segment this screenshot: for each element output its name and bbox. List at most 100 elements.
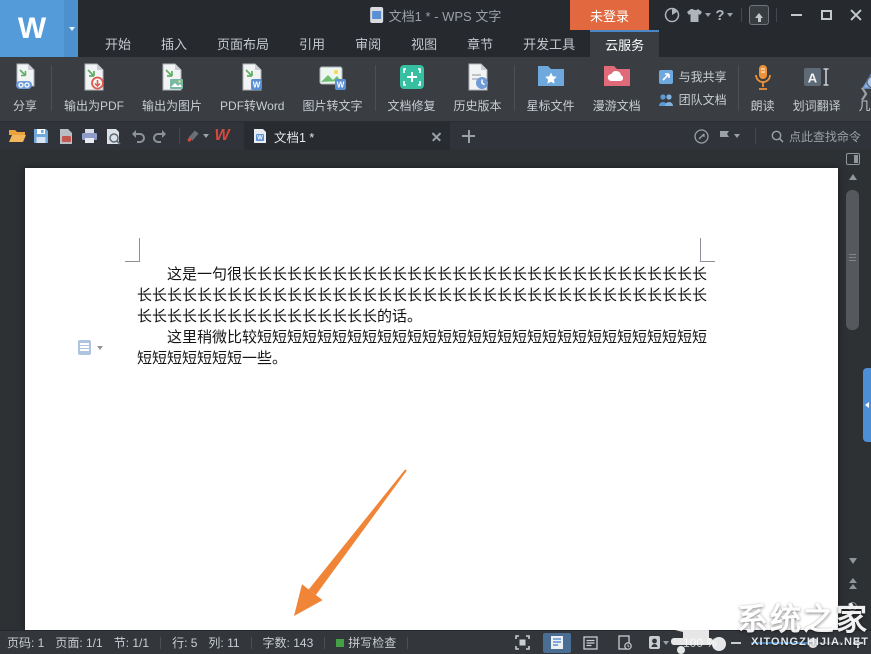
- outline-view-button[interactable]: [577, 633, 605, 653]
- wps-logo[interactable]: W: [0, 0, 78, 57]
- tab-dev-tools[interactable]: 开发工具: [508, 30, 590, 57]
- document-tab[interactable]: W 文档1 *: [244, 122, 450, 150]
- export-pdf-button[interactable]: 输出为PDF: [55, 62, 133, 114]
- pen-assistant-icon[interactable]: [694, 129, 709, 144]
- ink-pen-button[interactable]: [187, 125, 209, 147]
- close-button[interactable]: [841, 0, 871, 30]
- document-icon: [370, 7, 383, 23]
- svg-text:A: A: [807, 71, 817, 86]
- divider: [755, 128, 756, 144]
- fullscreen-view-button[interactable]: [509, 633, 537, 653]
- paragraph-2[interactable]: 这里稍微比较短短短短短短短短短短短短短短短短短短短短短短短短短短短短短短短短短短…: [137, 327, 707, 369]
- zoom-slider[interactable]: [751, 636, 843, 650]
- tab-home[interactable]: 开始: [90, 30, 146, 57]
- translate-button[interactable]: A 划词翻译: [784, 62, 850, 114]
- shared-with-me-button[interactable]: 与我共享: [658, 68, 727, 85]
- doc-repair-button[interactable]: 文档修复: [379, 62, 445, 114]
- wps-art-button[interactable]: W: [211, 125, 233, 147]
- team-doc-icon: [658, 92, 674, 108]
- upgrade-icon[interactable]: [746, 0, 772, 30]
- tab-references[interactable]: 引用: [284, 30, 340, 57]
- scrollbar-thumb[interactable]: [846, 190, 859, 330]
- title-bar: 文档1 * - WPS 文字 未登录 ?: [0, 0, 871, 30]
- document-text[interactable]: 这是一句很长长长长长长长长长长长长长长长长长长长长长长长长长长长长长长长长长长长…: [137, 264, 707, 369]
- shared-with-me-icon: [658, 69, 674, 85]
- sidebar-expand-handle[interactable]: [863, 368, 871, 442]
- feedback-icon[interactable]: [659, 0, 685, 30]
- status-word-count[interactable]: 字数: 143: [263, 634, 314, 651]
- zoom-level[interactable]: 100 %: [683, 636, 717, 650]
- divider: [324, 637, 325, 649]
- skin-theme-icon[interactable]: [685, 0, 711, 30]
- share-button[interactable]: 分享: [2, 62, 48, 114]
- ribbon-expand-chevron-icon[interactable]: ❯: [859, 86, 869, 100]
- tab-review[interactable]: 审阅: [340, 30, 396, 57]
- zoom-out-button[interactable]: [731, 642, 741, 644]
- translate-icon: A: [802, 63, 832, 93]
- eye-protect-button[interactable]: [645, 633, 673, 653]
- maximize-button[interactable]: [811, 0, 841, 30]
- ribbon: 分享 输出为PDF 输出为图片: [0, 57, 871, 122]
- spell-check-icon: [336, 639, 344, 647]
- redo-icon: [153, 129, 169, 143]
- find-command-box[interactable]: 点此查找命令: [771, 128, 861, 145]
- zoom-in-button[interactable]: [853, 638, 863, 648]
- team-doc-button[interactable]: 团队文档: [658, 91, 727, 108]
- zoom-slider-knob[interactable]: [808, 638, 818, 648]
- undo-button[interactable]: [126, 125, 148, 147]
- save-button[interactable]: [30, 125, 52, 147]
- window-title-area: 文档1 * - WPS 文字: [370, 0, 502, 30]
- export-image-button[interactable]: 输出为图片: [133, 62, 211, 114]
- paragraph-layout-button[interactable]: [78, 340, 103, 355]
- minimize-button[interactable]: [781, 0, 811, 30]
- sidebar-panel-icon[interactable]: [845, 153, 860, 165]
- web-view-button[interactable]: [611, 633, 639, 653]
- divider: [776, 8, 777, 22]
- read-aloud-button[interactable]: 朗读: [742, 62, 784, 114]
- tab-view[interactable]: 视图: [396, 30, 452, 57]
- divider: [160, 637, 161, 649]
- redo-button[interactable]: [150, 125, 172, 147]
- wps-logo-menu[interactable]: [64, 0, 78, 57]
- browse-object-icon[interactable]: [845, 602, 860, 611]
- tab-section[interactable]: 章节: [452, 30, 508, 57]
- tab-insert[interactable]: 插入: [146, 30, 202, 57]
- document-page[interactable]: 这是一句很长长长长长长长长长长长长长长长长长长长长长长长长长长长长长长长长长长长…: [25, 168, 838, 630]
- history-version-button[interactable]: 历史版本: [445, 62, 511, 114]
- tab-page-layout[interactable]: 页面布局: [202, 30, 284, 57]
- open-file-button[interactable]: [6, 125, 28, 147]
- status-flag-button[interactable]: [718, 129, 740, 143]
- margin-mark-left: [125, 238, 140, 262]
- paragraph-1[interactable]: 这是一句很长长长长长长长长长长长长长长长长长长长长长长长长长长长长长长长长长长长…: [137, 264, 707, 327]
- paragraph-layout-icon: [78, 340, 91, 355]
- print-button[interactable]: [78, 125, 100, 147]
- printer-icon: [81, 128, 98, 144]
- previous-page-icon[interactable]: [845, 578, 860, 589]
- export-pdf-small-button[interactable]: [54, 125, 76, 147]
- star-file-button[interactable]: 星标文件: [518, 62, 584, 114]
- document-tab-title: 文档1 *: [274, 127, 314, 146]
- vertical-scrollbar[interactable]: [844, 150, 861, 630]
- scroll-up-icon[interactable]: [845, 174, 860, 180]
- pdf-to-word-icon: W: [238, 63, 266, 93]
- spell-check-button[interactable]: 拼写检查: [336, 634, 396, 651]
- save-icon: [33, 128, 49, 144]
- divider: [741, 8, 742, 22]
- roaming-doc-button[interactable]: 漫游文档: [584, 62, 650, 114]
- pdf-to-word-button[interactable]: W PDF转Word: [211, 62, 293, 114]
- print-preview-button[interactable]: [102, 125, 124, 147]
- chevron-down-icon: [727, 13, 733, 17]
- image-to-text-button[interactable]: W 图片转文字: [294, 62, 372, 114]
- login-button[interactable]: 未登录: [570, 0, 649, 30]
- new-tab-button[interactable]: [462, 130, 475, 143]
- tab-cloud-service[interactable]: 云服务: [590, 30, 659, 57]
- divider: [375, 65, 376, 111]
- scroll-down-icon[interactable]: [845, 558, 860, 564]
- print-preview-icon: [105, 128, 121, 145]
- help-icon[interactable]: ?: [711, 0, 737, 30]
- close-tab-icon[interactable]: [432, 132, 441, 141]
- page-view-button[interactable]: [543, 633, 571, 653]
- wps-writer-window: 文档1 * - WPS 文字 未登录 ?: [0, 0, 871, 654]
- next-page-icon[interactable]: [845, 618, 860, 623]
- status-column: 列: 11: [208, 634, 239, 651]
